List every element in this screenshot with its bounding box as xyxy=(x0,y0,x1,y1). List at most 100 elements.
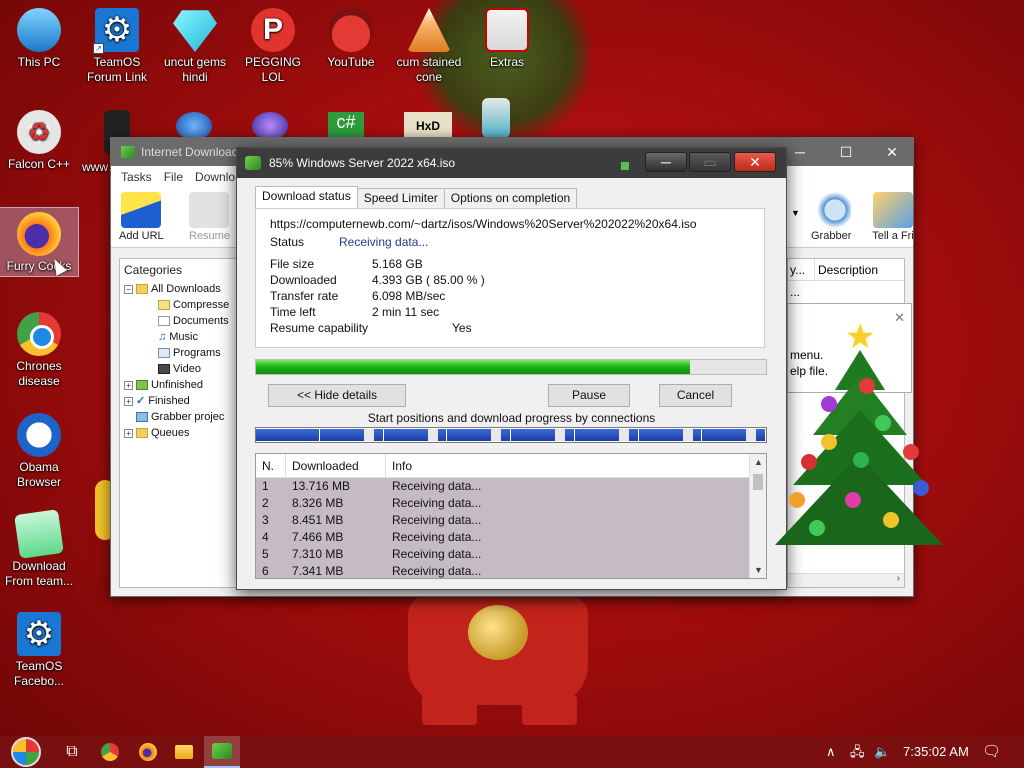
desktop-icon-falcon[interactable]: ♻ Falcon C++ xyxy=(0,110,78,172)
cancel-button[interactable]: Cancel xyxy=(659,384,732,407)
connections-table[interactable]: N. Downloaded Info 1 13.716 MB Receiving d… xyxy=(255,453,767,579)
category-compressed[interactable]: Compresse xyxy=(124,297,234,313)
category-finished[interactable]: + ✓ Finished xyxy=(124,393,234,409)
desktop-icon-teamos-facebook[interactable]: ⚙ TeamOS Facebo... xyxy=(0,612,78,689)
table-row[interactable]: 5 7.310 MB Receiving data... xyxy=(256,546,766,563)
connection-gap xyxy=(618,429,629,441)
menu-tasks[interactable]: Tasks xyxy=(121,170,152,184)
desktop-icon-label: This PC xyxy=(17,55,61,69)
category-queues[interactable]: + Queues xyxy=(124,425,234,441)
tab-speed-limiter[interactable]: Speed Limiter xyxy=(356,188,445,208)
obama-logo-icon xyxy=(17,413,61,457)
table-row[interactable]: 2 8.326 MB Receiving data... xyxy=(256,495,766,512)
tell-friend-button[interactable]: Tell a Fri xyxy=(871,192,915,242)
toolbar-overflow-icon[interactable]: ▼ xyxy=(791,208,800,218)
star-icon: ★ xyxy=(845,318,876,356)
scroll-right-icon[interactable]: › xyxy=(897,573,900,584)
desktop-icon-extras[interactable]: Extras xyxy=(468,8,546,70)
transfer-rate-row: Transfer rate 6.098 MB/sec xyxy=(270,288,750,304)
vertical-scrollbar[interactable]: ▲ ▼ xyxy=(749,454,766,578)
network-icon[interactable]: 🖧 xyxy=(850,736,865,768)
add-url-button[interactable]: Add URL xyxy=(119,192,164,242)
taskbar-idm[interactable] xyxy=(204,736,240,768)
description-header[interactable]: Description xyxy=(818,263,878,277)
close-button[interactable]: ✕ xyxy=(869,138,915,166)
taskbar-chrome[interactable] xyxy=(92,736,128,768)
scroll-down-icon[interactable]: ▼ xyxy=(750,562,766,578)
desktop-icon-uncut-gems[interactable]: uncut gems hindi xyxy=(156,8,234,85)
start-button[interactable] xyxy=(4,736,48,768)
csharp-icon: c# xyxy=(328,112,364,140)
orb-icon xyxy=(252,112,288,140)
table-row[interactable]: 1 13.716 MB Receiving data... xyxy=(256,478,766,495)
folder-icon xyxy=(485,8,529,52)
maximize-button[interactable]: ☐ xyxy=(823,138,869,166)
desktop-icon-obama[interactable]: Obama Browser xyxy=(0,413,78,490)
desktop-icon-www[interactable]: www xyxy=(72,110,130,174)
desktop-icon-label: YouTube xyxy=(327,55,375,69)
horizontal-scrollbar[interactable]: › xyxy=(788,573,904,587)
cell-info: Receiving data... xyxy=(392,530,482,544)
pause-button[interactable]: Pause xyxy=(548,384,630,407)
chrome-icon xyxy=(101,743,119,761)
column-info[interactable]: Info xyxy=(386,454,750,477)
table-row[interactable]: 4 7.466 MB Receiving data... xyxy=(256,529,766,546)
connection-gap xyxy=(555,429,565,441)
category-unfinished[interactable]: + Unfinished xyxy=(124,377,234,393)
grabber-button[interactable]: Grabber xyxy=(811,192,851,242)
tab-download-status[interactable]: Download status xyxy=(255,186,358,208)
desktop-icon-download-team[interactable]: Download From team... xyxy=(0,509,78,589)
idm-logo-icon xyxy=(245,156,261,170)
taskbar-file-explorer[interactable] xyxy=(166,736,202,768)
column-n[interactable]: N. xyxy=(256,454,286,477)
idm-title: Internet Download xyxy=(141,145,239,159)
category-grabber-projects[interactable]: Grabber projec xyxy=(124,409,234,425)
folder-icon xyxy=(175,745,193,759)
scroll-thumb[interactable] xyxy=(753,474,763,490)
menu-downloads[interactable]: Downlo xyxy=(195,170,235,184)
christmas-tree-decoration: ★ xyxy=(775,320,945,555)
download-progress-dialog[interactable]: 85% Windows Server 2022 x64.iso ─ ▭ ✕ Do… xyxy=(236,147,787,590)
show-hidden-icons-chevron-icon[interactable]: ∧ xyxy=(826,736,836,768)
category-video[interactable]: Video xyxy=(124,361,234,377)
gear-icon: ⚙ xyxy=(17,612,61,656)
category-programs[interactable]: Programs xyxy=(124,345,234,361)
taskbar: ⧉ ∧ 🖧 🔈 7:35:02 AM 🗨 xyxy=(0,736,1024,768)
tab-options-on-completion[interactable]: Options on completion xyxy=(443,188,578,208)
table-row[interactable]: 6 7.341 MB Receiving data... xyxy=(256,563,766,578)
table-row[interactable]: 3 8.451 MB Receiving data... xyxy=(256,512,766,529)
add-url-label: Add URL xyxy=(119,230,164,242)
desktop-icon-firefox[interactable]: Furry Cocks xyxy=(0,207,79,277)
file-size-row: File size 5.168 GB xyxy=(270,256,750,272)
category-all-downloads[interactable]: − All Downloads xyxy=(124,281,234,297)
connections-label: Start positions and download progress by… xyxy=(367,411,656,425)
dialog-close-button[interactable]: ✕ xyxy=(734,152,776,172)
desktop-icon-label: TeamOS Facebo... xyxy=(13,659,65,688)
desktop-icon-chrome[interactable]: Chrones disease xyxy=(0,312,78,389)
volume-icon[interactable]: 🔈 xyxy=(874,736,890,768)
notifications-icon[interactable]: 🗨 xyxy=(982,736,1001,768)
desktop-icon-teamos-forum[interactable]: ⚙ ↗ TeamOS Forum Link xyxy=(78,8,156,85)
desktop-icon-this-pc[interactable]: This PC xyxy=(0,8,78,70)
hide-details-button[interactable]: << Hide details xyxy=(268,384,406,407)
desktop-icon-pegging[interactable]: P PEGGING LOL xyxy=(234,8,312,85)
list-header-truncated[interactable]: y... xyxy=(790,263,805,277)
column-downloaded[interactable]: Downloaded xyxy=(286,454,386,477)
dialog-maximize-button[interactable]: ▭ xyxy=(689,152,731,172)
desktop-icon-label: Extras xyxy=(489,55,524,69)
scroll-up-icon[interactable]: ▲ xyxy=(750,454,766,470)
desktop-icon-cone[interactable]: cum stained cone xyxy=(390,8,468,85)
resume-button[interactable]: Resume xyxy=(189,192,230,242)
cell-n: 6 xyxy=(262,564,269,578)
dialog-minimize-button[interactable]: ─ xyxy=(645,152,687,172)
desktop-icon-youtube[interactable]: YouTube xyxy=(312,8,390,70)
taskbar-firefox[interactable] xyxy=(130,736,166,768)
category-documents[interactable]: Documents xyxy=(124,313,234,329)
recycle-icon: ♻ xyxy=(17,110,61,154)
download-url: https://computernewb.com/~dartz/isos/Win… xyxy=(270,217,697,231)
clock[interactable]: 7:35:02 AM xyxy=(903,736,969,768)
dialog-title-bar[interactable]: 85% Windows Server 2022 x64.iso ─ ▭ ✕ xyxy=(237,148,786,178)
task-view-button[interactable]: ⧉ xyxy=(54,736,90,768)
category-music[interactable]: ♫ Music xyxy=(124,329,234,345)
menu-file[interactable]: File xyxy=(164,170,183,184)
